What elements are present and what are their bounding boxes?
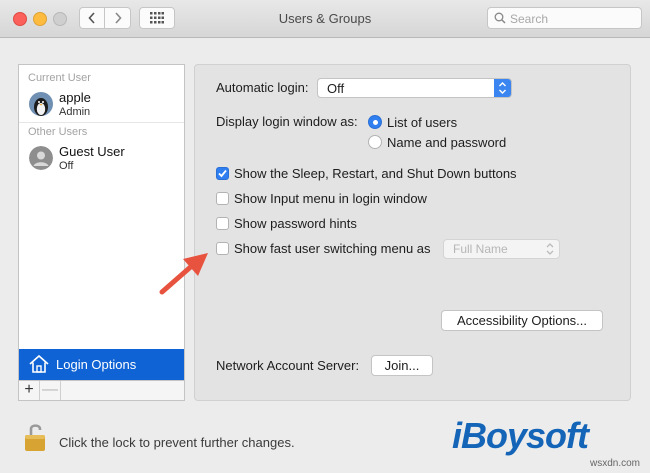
pointer-arrow-icon: [159, 253, 208, 295]
guest-avatar: [29, 146, 53, 170]
chevron-updown-icon: [546, 243, 554, 255]
divider: [19, 122, 184, 123]
user-name: Guest User: [59, 144, 125, 159]
penguin-avatar: [29, 92, 53, 116]
user-role: Admin: [59, 106, 91, 118]
unlocked-padlock-icon: [25, 424, 45, 451]
automatic-login-value: Off: [327, 81, 345, 96]
login-options-label: Login Options: [56, 357, 137, 372]
checkbox-password-hints-label: Show password hints: [234, 216, 357, 231]
radio-name-and-password[interactable]: [368, 135, 382, 149]
fast-switch-popup[interactable]: Full Name: [443, 239, 560, 259]
watermark-text: wsxdn.com: [590, 458, 641, 469]
add-remove-bar: + —: [18, 381, 185, 401]
house-icon: [29, 354, 49, 373]
login-options-item[interactable]: Login Options: [19, 349, 184, 380]
automatic-login-label: Automatic login:: [216, 80, 309, 95]
search-input[interactable]: [508, 10, 637, 28]
search-icon: [494, 12, 506, 24]
chevron-updown-icon: [499, 82, 506, 94]
user-row-apple[interactable]: apple Admin: [19, 88, 184, 124]
checkbox-input-menu[interactable]: [216, 192, 229, 205]
user-sidebar: Current User apple Admin Other Users Gue…: [18, 64, 185, 381]
radio-list-of-users-label: List of users: [387, 115, 458, 130]
iboysoft-logo: iBoysoft: [452, 415, 589, 456]
automatic-login-popup[interactable]: Off: [317, 78, 512, 98]
user-row-guest[interactable]: Guest User Off: [19, 142, 184, 178]
accessibility-options-button[interactable]: Accessibility Options...: [441, 310, 603, 331]
title-bar: Users & Groups: [0, 0, 650, 38]
current-user-label: Current User: [28, 72, 91, 84]
search-field[interactable]: [487, 7, 642, 29]
add-user-button[interactable]: +: [19, 381, 40, 400]
radio-name-and-password-label: Name and password: [387, 135, 507, 150]
checkbox-sleep-restart-label: Show the Sleep, Restart, and Shut Down b…: [234, 166, 517, 181]
lock-button[interactable]: [24, 421, 48, 458]
join-button[interactable]: Join...: [371, 355, 433, 376]
checkbox-sleep-restart[interactable]: [216, 167, 229, 180]
display-login-label: Display login window as:: [216, 114, 358, 129]
checkbox-fast-user-switching-label: Show fast user switching menu as: [234, 241, 431, 256]
checkmark-icon: [218, 169, 227, 178]
lock-status-text: Click the lock to prevent further change…: [59, 435, 295, 450]
radio-list-of-users[interactable]: [368, 115, 382, 129]
checkbox-password-hints[interactable]: [216, 217, 229, 230]
user-role: Off: [59, 160, 74, 172]
user-name: apple: [59, 90, 91, 105]
checkbox-input-menu-label: Show Input menu in login window: [234, 191, 427, 206]
network-server-label: Network Account Server:: [216, 358, 360, 373]
remove-user-button[interactable]: —: [40, 381, 61, 400]
popup-stepper: [494, 79, 511, 97]
login-options-panel: Automatic login: Off Display login windo…: [194, 64, 631, 401]
fast-switch-value: Full Name: [453, 242, 508, 256]
other-users-label: Other Users: [28, 126, 88, 138]
users-groups-window: Users & Groups Current User apple Admin …: [0, 0, 650, 473]
